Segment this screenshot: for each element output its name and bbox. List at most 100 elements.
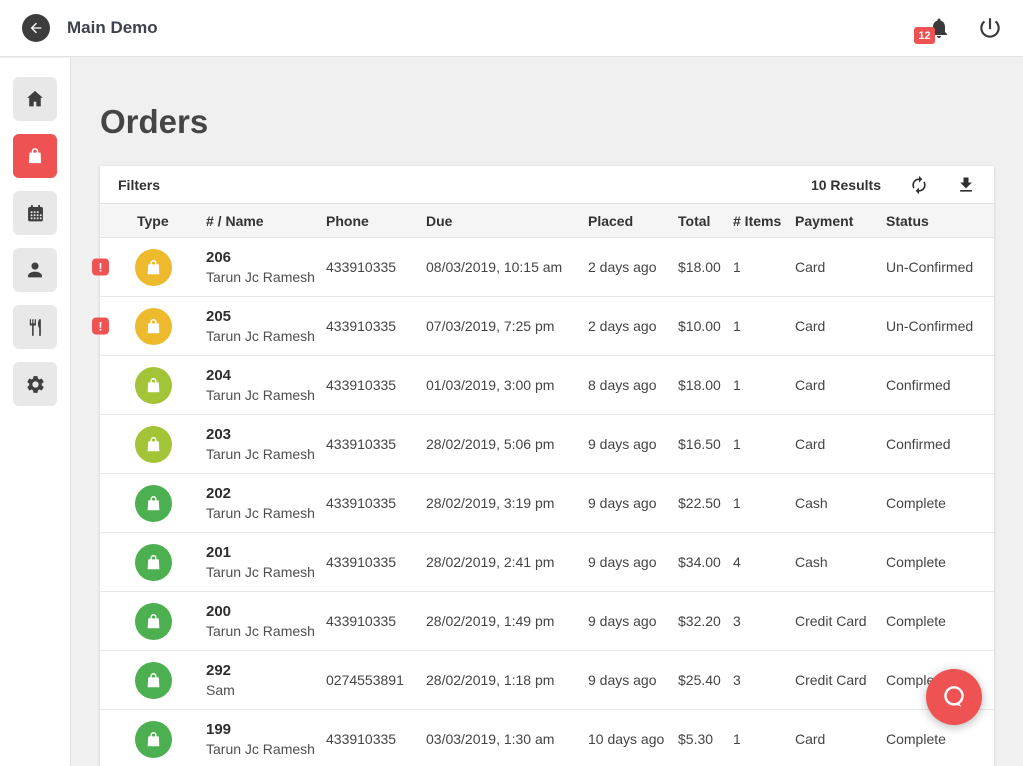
customer-name: Tarun Jc Ramesh (206, 328, 326, 344)
items-cell: 1 (733, 495, 795, 511)
main-content: Orders Filters 10 Results Type # / Name … (72, 58, 1023, 766)
refresh-icon (909, 175, 929, 195)
order-type-icon (135, 603, 172, 640)
payment-cell: Credit Card (795, 672, 886, 688)
name-cell: 200 Tarun Jc Ramesh (206, 603, 326, 639)
table-row[interactable]: ! 202 Tarun Jc Ramesh 433910335 28/02/20… (100, 474, 994, 533)
type-cell (120, 485, 206, 522)
power-icon (977, 15, 1003, 41)
placed-cell: 9 days ago (588, 554, 678, 570)
due-cell: 28/02/2019, 5:06 pm (426, 436, 588, 452)
placed-cell: 8 days ago (588, 377, 678, 393)
refresh-button[interactable] (909, 175, 929, 195)
customer-name: Sam (206, 682, 326, 698)
sidebar-item-menu[interactable] (13, 305, 57, 349)
phone-cell: 433910335 (326, 495, 426, 511)
order-number: 199 (206, 721, 326, 738)
phone-cell: 433910335 (326, 731, 426, 747)
order-type-icon (135, 308, 172, 345)
due-cell: 08/03/2019, 10:15 am (426, 259, 588, 275)
chat-launcher-button[interactable] (926, 669, 982, 725)
back-button[interactable] (22, 14, 50, 42)
customer-name: Tarun Jc Ramesh (206, 505, 326, 521)
type-cell (120, 308, 206, 345)
total-cell: $5.30 (678, 731, 733, 747)
customer-name: Tarun Jc Ramesh (206, 741, 326, 757)
status-cell: Confirmed (886, 377, 974, 393)
due-cell: 28/02/2019, 1:49 pm (426, 613, 588, 629)
due-cell: 07/03/2019, 7:25 pm (426, 318, 588, 334)
column-header-due: Due (426, 213, 588, 229)
status-cell: Complete (886, 731, 974, 747)
order-type-icon (135, 544, 172, 581)
due-cell: 28/02/2019, 2:41 pm (426, 554, 588, 570)
name-cell: 203 Tarun Jc Ramesh (206, 426, 326, 462)
sidebar-item-customers[interactable] (13, 248, 57, 292)
sidebar-item-orders[interactable] (13, 134, 57, 178)
home-icon (24, 88, 46, 110)
customer-name: Tarun Jc Ramesh (206, 564, 326, 580)
order-number: 201 (206, 544, 326, 561)
items-cell: 1 (733, 318, 795, 334)
type-cell (120, 721, 206, 758)
column-header-placed: Placed (588, 213, 678, 229)
table-row[interactable]: ! 292 Sam 0274553891 28/02/2019, 1:18 pm… (100, 651, 994, 710)
table-row[interactable]: ! 204 Tarun Jc Ramesh 433910335 01/03/20… (100, 356, 994, 415)
name-cell: 205 Tarun Jc Ramesh (206, 308, 326, 344)
phone-cell: 433910335 (326, 554, 426, 570)
column-header-items: # Items (733, 213, 795, 229)
customer-name: Tarun Jc Ramesh (206, 387, 326, 403)
table-body: ! 206 Tarun Jc Ramesh 433910335 08/03/20… (100, 238, 994, 766)
column-header-payment: Payment (795, 213, 886, 229)
total-cell: $22.50 (678, 495, 733, 511)
order-number: 200 (206, 603, 326, 620)
download-icon (956, 175, 976, 195)
type-cell (120, 249, 206, 286)
table-row[interactable]: ! 199 Tarun Jc Ramesh 433910335 03/03/20… (100, 710, 994, 766)
sidebar-item-settings[interactable] (13, 362, 57, 406)
sidebar (0, 58, 71, 766)
table-row[interactable]: ! 206 Tarun Jc Ramesh 433910335 08/03/20… (100, 238, 994, 297)
items-cell: 1 (733, 377, 795, 393)
logout-button[interactable] (977, 15, 1003, 41)
payment-cell: Card (795, 377, 886, 393)
items-cell: 4 (733, 554, 795, 570)
total-cell: $25.40 (678, 672, 733, 688)
payment-cell: Credit Card (795, 613, 886, 629)
total-cell: $16.50 (678, 436, 733, 452)
payment-cell: Card (795, 259, 886, 275)
order-type-icon (135, 662, 172, 699)
total-cell: $32.20 (678, 613, 733, 629)
notifications-button[interactable]: 12 (927, 16, 951, 40)
customer-name: Tarun Jc Ramesh (206, 269, 326, 285)
order-type-icon (135, 721, 172, 758)
due-cell: 01/03/2019, 3:00 pm (426, 377, 588, 393)
payment-cell: Card (795, 436, 886, 452)
phone-cell: 433910335 (326, 318, 426, 334)
due-cell: 03/03/2019, 1:30 am (426, 731, 588, 747)
placed-cell: 9 days ago (588, 495, 678, 511)
page-title: Orders (100, 102, 994, 142)
table-row[interactable]: ! 200 Tarun Jc Ramesh 433910335 28/02/20… (100, 592, 994, 651)
type-cell (120, 603, 206, 640)
items-cell: 3 (733, 672, 795, 688)
status-cell: Complete (886, 554, 974, 570)
items-cell: 1 (733, 436, 795, 452)
shopping-bag-icon (25, 146, 45, 166)
download-button[interactable] (956, 175, 976, 195)
status-cell: Un-Confirmed (886, 259, 974, 275)
status-cell: Complete (886, 613, 974, 629)
order-number: 204 (206, 367, 326, 384)
due-cell: 28/02/2019, 1:18 pm (426, 672, 588, 688)
calendar-icon (25, 203, 46, 224)
due-cell: 28/02/2019, 3:19 pm (426, 495, 588, 511)
sidebar-item-home[interactable] (13, 77, 57, 121)
status-cell: Complete (886, 495, 974, 511)
table-row[interactable]: ! 203 Tarun Jc Ramesh 433910335 28/02/20… (100, 415, 994, 474)
table-row[interactable]: ! 201 Tarun Jc Ramesh 433910335 28/02/20… (100, 533, 994, 592)
order-type-icon (135, 426, 172, 463)
table-row[interactable]: ! 205 Tarun Jc Ramesh 433910335 07/03/20… (100, 297, 994, 356)
placed-cell: 2 days ago (588, 318, 678, 334)
sidebar-item-calendar[interactable] (13, 191, 57, 235)
column-header-phone: Phone (326, 213, 426, 229)
